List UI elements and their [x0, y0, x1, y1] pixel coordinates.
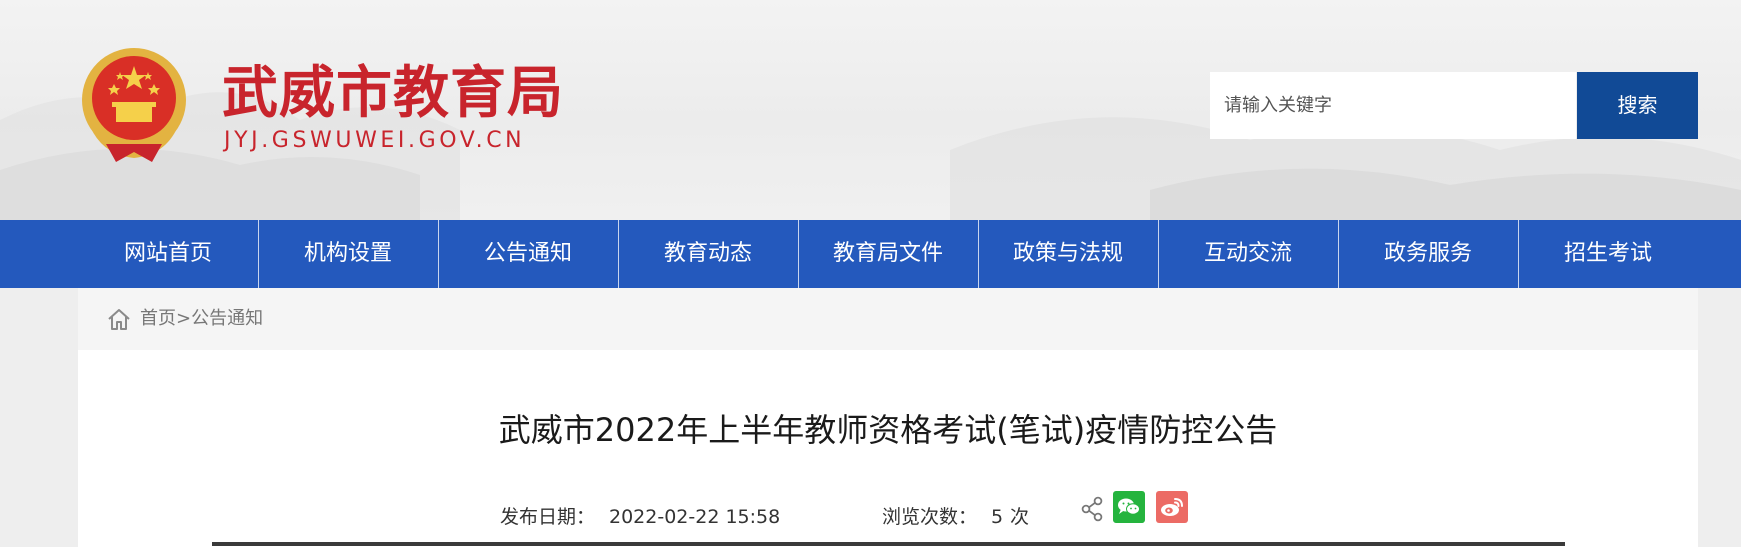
nav-item-policies[interactable]: 政策与法规	[978, 220, 1158, 288]
site-domain: JYJ.GSWUWEI.GOV.CN	[224, 128, 526, 153]
search-button[interactable]: 搜索	[1577, 72, 1698, 139]
site-name[interactable]: 武威市教育局	[222, 58, 564, 128]
breadcrumb-trail: 首页>公告通知	[140, 306, 263, 332]
wechat-share-button[interactable]	[1113, 491, 1145, 523]
nav-item-education-news[interactable]: 教育动态	[618, 220, 798, 288]
nav-item-bureau-documents[interactable]: 教育局文件	[798, 220, 978, 288]
weibo-icon	[1161, 498, 1183, 516]
nav-item-announcements[interactable]: 公告通知	[438, 220, 618, 288]
view-count-unit: 次	[1010, 506, 1030, 528]
article-panel: 首页>公告通知 武威市2022年上半年教师资格考试(笔试)疫情防控公告 发布日期…	[78, 288, 1698, 547]
view-count-label: 浏览次数：	[882, 506, 978, 528]
nav-item-organization[interactable]: 机构设置	[258, 220, 438, 288]
wechat-icon	[1118, 498, 1140, 515]
title-divider	[212, 542, 1565, 546]
nav-item-government-services[interactable]: 政务服务	[1338, 220, 1518, 288]
publish-date-value: 2022-02-22 15:58	[609, 506, 781, 528]
breadcrumb: 首页>公告通知	[78, 288, 1698, 350]
site-header: 武威市教育局 JYJ.GSWUWEI.GOV.CN 搜索	[0, 0, 1741, 220]
breadcrumb-separator: >	[176, 308, 192, 329]
publish-date-label: 发布日期：	[500, 506, 596, 528]
article-title: 武威市2022年上半年教师资格考试(笔试)疫情防控公告	[498, 411, 1278, 449]
nav-item-enrollment-exams[interactable]: 招生考试	[1518, 220, 1698, 288]
breadcrumb-current-link[interactable]: 公告通知	[191, 308, 263, 329]
share-icon[interactable]	[1080, 496, 1104, 522]
view-count-value: 5	[991, 506, 1004, 528]
breadcrumb-home-link[interactable]: 首页	[140, 308, 176, 329]
nav-item-interaction[interactable]: 互动交流	[1158, 220, 1338, 288]
home-icon	[108, 309, 130, 330]
weibo-share-button[interactable]	[1156, 491, 1188, 523]
national-emblem-icon	[82, 48, 186, 162]
nav-item-home[interactable]: 网站首页	[78, 220, 258, 288]
search-input[interactable]	[1210, 72, 1576, 139]
main-nav: 网站首页 机构设置 公告通知 教育动态 教育局文件 政策与法规 互动交流 政务服…	[0, 220, 1741, 288]
